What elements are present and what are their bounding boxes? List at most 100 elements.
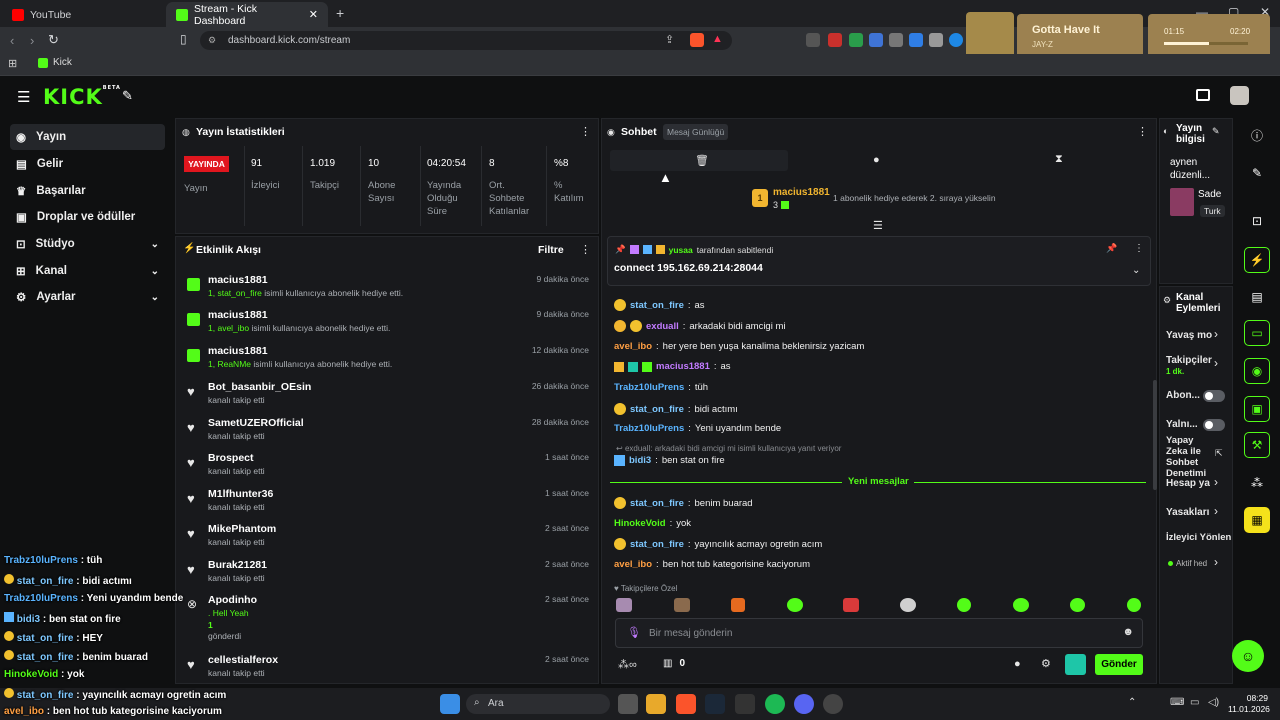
help-button[interactable]: ☺ xyxy=(1232,640,1264,672)
close-tab-icon[interactable]: ✕ xyxy=(309,8,318,21)
more-options-icon[interactable]: ⋮ xyxy=(580,125,591,138)
lightning-icon[interactable]: ⚡ xyxy=(1244,247,1270,273)
chat-message[interactable]: Trabz10luPrens: tüh xyxy=(614,382,708,393)
url-input[interactable]: dashboard.kick.com/stream xyxy=(200,31,732,50)
chat-window-icon[interactable]: ▣ xyxy=(1244,396,1270,422)
discord-icon[interactable] xyxy=(794,694,814,714)
event-item[interactable]: ♥ Bot_basanbir_OEsin kanalı takip etti 2… xyxy=(185,379,595,414)
new-tab-icon[interactable]: + xyxy=(336,5,344,21)
chat-scrollbar[interactable] xyxy=(1153,380,1157,490)
emote-icon[interactable] xyxy=(787,598,803,612)
network-icon[interactable]: ▭ xyxy=(1190,697,1199,708)
brave-rewards-icon[interactable]: ▲ xyxy=(712,33,723,45)
extension-icon[interactable] xyxy=(828,33,842,47)
emote-icon[interactable] xyxy=(957,598,971,612)
extension-icon[interactable] xyxy=(929,33,943,47)
clip-icon[interactable] xyxy=(1196,89,1210,101)
nav-gelir[interactable]: ▤ Gelir xyxy=(10,151,165,177)
extension-icon[interactable] xyxy=(869,33,883,47)
tab-youtube[interactable]: YouTube xyxy=(2,2,162,27)
slow-mode-action[interactable]: Yavaş mo xyxy=(1166,330,1212,341)
extension-icon[interactable] xyxy=(909,33,923,47)
windows-start-icon[interactable] xyxy=(440,694,460,714)
pin-icon[interactable]: ✎ xyxy=(122,88,133,104)
media-progress-card[interactable]: 01:15 02:20 xyxy=(1148,14,1270,58)
epic-games-icon[interactable] xyxy=(735,694,755,714)
kick-logo[interactable]: KICKBETA xyxy=(43,85,121,109)
event-item[interactable]: ♥ SametUZEROfficial kanalı takip etti 28… xyxy=(185,415,595,450)
emote-icon[interactable] xyxy=(674,598,690,612)
extension-icon[interactable] xyxy=(806,33,820,47)
volume-icon[interactable]: ◁) xyxy=(1208,697,1219,708)
chat-message[interactable]: Trabz10luPrens: Yeni uyandım bende xyxy=(614,423,781,434)
media-info-card[interactable]: Gotta Have It JAY-Z xyxy=(1017,14,1143,58)
chat-message[interactable]: stat_on_fire: yayıncılık acmayı ogretin a… xyxy=(614,538,822,550)
tab-kick-dashboard[interactable]: Stream - Kick Dashboard ✕ xyxy=(166,2,328,27)
media-progress-bar[interactable] xyxy=(1164,42,1248,45)
bookmark-kick[interactable]: Kick xyxy=(38,57,72,68)
chevron-down-icon[interactable]: ⌄ xyxy=(1132,265,1140,276)
extension-icon[interactable] xyxy=(889,33,903,47)
chevron-right-icon[interactable]: › xyxy=(1214,504,1218,518)
nav-basarilar[interactable]: ♛ Başarılar xyxy=(10,178,165,204)
gear-icon[interactable]: ⚙ xyxy=(1041,657,1051,670)
nav-yayin[interactable]: ◉ Yayın xyxy=(10,124,165,150)
viewer-redirect-action[interactable]: İzleyici Yönlen xyxy=(1166,532,1231,543)
filter-button[interactable]: Filtre xyxy=(538,244,564,256)
emote-icon[interactable] xyxy=(900,598,916,612)
brave-browser-icon[interactable] xyxy=(676,694,696,714)
avatar[interactable] xyxy=(1230,86,1249,105)
extension-icon[interactable] xyxy=(949,33,963,47)
back-icon[interactable]: ‹ xyxy=(10,33,14,48)
taskbar-clock[interactable]: 08:29 11.01.2026 xyxy=(1228,693,1270,715)
nav-kanal[interactable]: ⊞ Kanal ⌄ xyxy=(10,258,165,284)
subscribers-only-toggle[interactable] xyxy=(1203,390,1225,402)
chat-bubble-icon[interactable]: ● xyxy=(1014,658,1021,670)
emotes-only-toggle[interactable] xyxy=(1203,419,1225,431)
more-options-icon[interactable]: ⋮ xyxy=(1134,243,1144,254)
reload-icon[interactable]: ↻ xyxy=(48,32,59,48)
nav-ayarlar[interactable]: ⚙ Ayarlar ⌄ xyxy=(10,284,165,310)
brave-shield-icon[interactable] xyxy=(690,33,704,47)
tools-icon[interactable]: ⚒ xyxy=(1244,432,1270,458)
event-item[interactable]: ♥ M1lfhunter36 kanalı takip etti 1 saat … xyxy=(185,486,595,521)
chevron-right-icon[interactable]: › xyxy=(1214,327,1218,341)
steam-icon[interactable] xyxy=(705,694,725,714)
chat-input[interactable]: 🎙 Bir mesaj gönderin ☻ xyxy=(615,618,1143,648)
emote-icon[interactable] xyxy=(616,598,632,612)
clapper-icon[interactable]: ▦ xyxy=(1244,507,1270,533)
channel-points[interactable]: ▥ 0 xyxy=(663,658,685,669)
chat-message[interactable]: HinokeVoid: yok xyxy=(614,518,691,529)
collapse-icon[interactable]: ☰ xyxy=(873,219,883,232)
event-item[interactable]: ⊗ Apodinho . Hell Yeah 1 gönderdi 2 saat… xyxy=(185,592,595,644)
spotify-icon[interactable] xyxy=(765,694,785,714)
tag-chip[interactable]: Turk xyxy=(1200,205,1225,217)
chat-icon[interactable]: ▭ xyxy=(1244,320,1270,346)
chat-message[interactable]: stat_on_fire: benim buarad xyxy=(614,497,753,509)
emoji-icon[interactable]: ☻ xyxy=(1122,626,1134,638)
top-gifter-name[interactable]: macius1881 xyxy=(773,187,830,198)
emote-icon[interactable] xyxy=(1013,598,1029,612)
event-item[interactable]: macius1881 1, avel_ibo isimli kullanıcıy… xyxy=(185,307,595,342)
chat-message[interactable]: avel_ibo: ben hot tub kategorisine kaciyo… xyxy=(614,559,810,570)
chevron-right-icon[interactable]: › xyxy=(1214,555,1218,569)
event-item[interactable]: macius1881 1, ReaNMe isimli kullanıcıya … xyxy=(185,343,595,378)
chat-message[interactable]: avel_ibo: her yere ben yuşa kanalima bekl… xyxy=(614,341,864,352)
bookmark-icon[interactable]: ▯ xyxy=(180,32,187,46)
obs-icon[interactable] xyxy=(823,694,843,714)
more-options-icon[interactable]: ⋮ xyxy=(1137,125,1148,138)
kick-badge-icon[interactable] xyxy=(1065,654,1086,675)
more-options-icon[interactable]: ⋮ xyxy=(580,243,591,256)
edit-icon[interactable]: ✎ xyxy=(1244,160,1270,186)
unpin-icon[interactable]: 📌 xyxy=(1106,243,1117,254)
clip-icon[interactable]: ⊡ xyxy=(1244,208,1270,234)
hourglass-icon[interactable]: ⧗ xyxy=(1055,153,1063,166)
site-info-icon[interactable]: ⚙ xyxy=(208,35,216,46)
tray-chevron-up-icon[interactable]: ⌃ xyxy=(1128,697,1136,708)
event-item[interactable]: ♥ Brospect kanalı takip etti 1 saat önce xyxy=(185,450,595,485)
notes-icon[interactable]: ▤ xyxy=(1244,284,1270,310)
apps-grid-icon[interactable]: ⊞ xyxy=(8,57,17,70)
send-button[interactable]: Gönder xyxy=(1095,654,1143,675)
chat-message[interactable]: stat_on_fire: bidi actımı xyxy=(614,403,738,415)
event-item[interactable]: ♥ Burak21281 kanalı takip etti 2 saat ön… xyxy=(185,557,595,592)
